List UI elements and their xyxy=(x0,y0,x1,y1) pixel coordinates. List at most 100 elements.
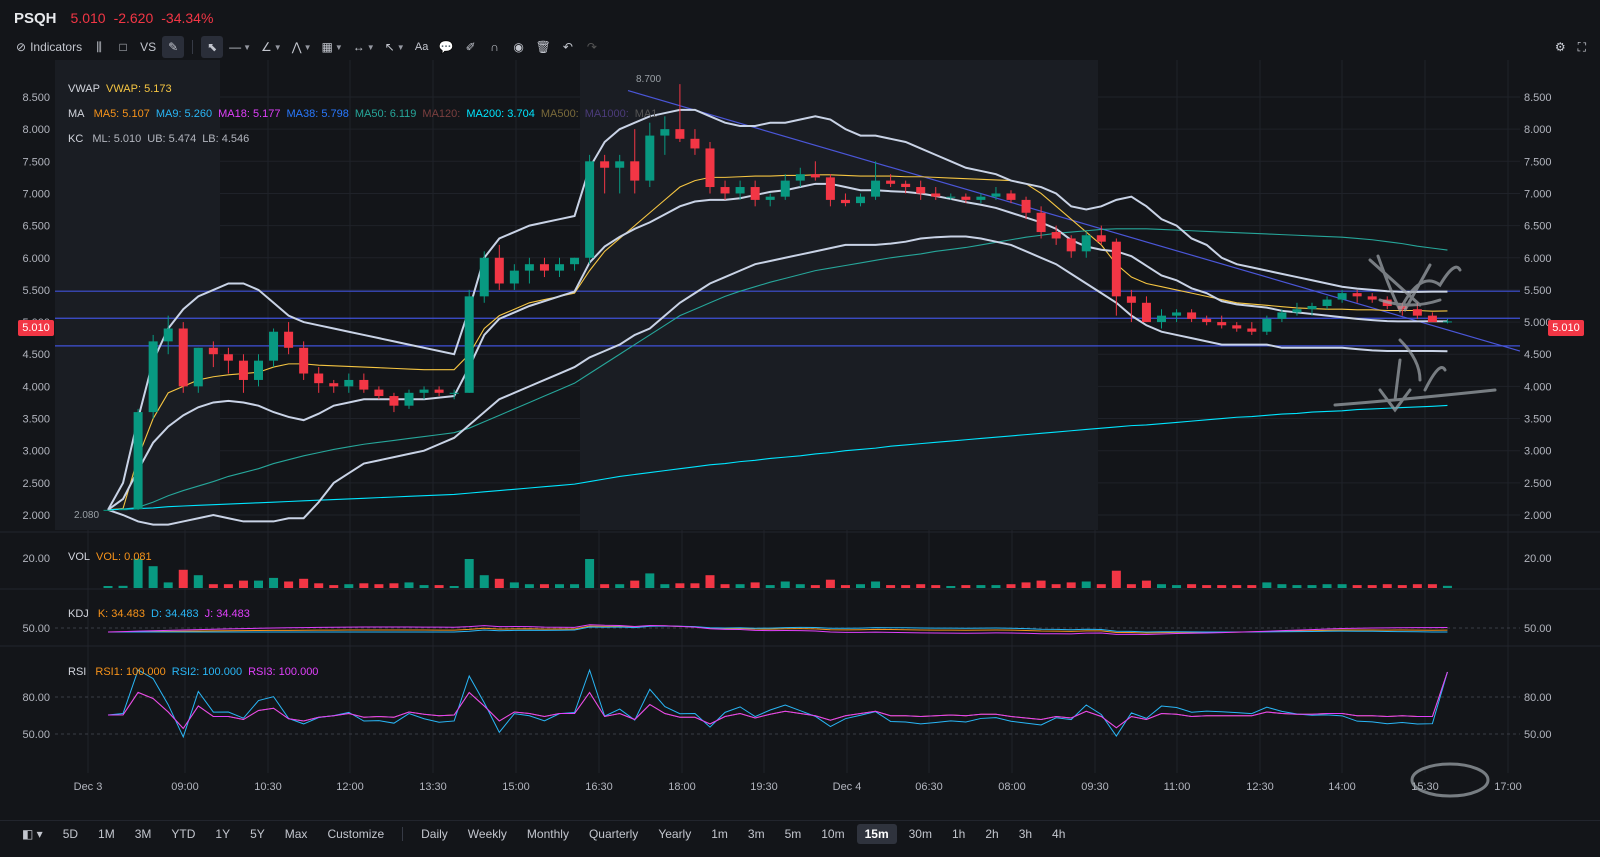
interval-quarterly[interactable]: Quarterly xyxy=(581,824,646,844)
candle-body xyxy=(780,180,790,197)
range-1y[interactable]: 1Y xyxy=(207,824,238,844)
interval-15m[interactable]: 15m xyxy=(856,823,897,844)
interval-3h[interactable]: 3h xyxy=(1011,824,1040,844)
interval-yearly[interactable]: Yearly xyxy=(650,824,699,844)
volume-bar xyxy=(464,559,474,588)
candle-body xyxy=(329,383,339,387)
draw-mode-button[interactable]: ✎ xyxy=(162,36,185,58)
range-5d[interactable]: 5D xyxy=(55,824,86,844)
legend-item: J: 34.483 xyxy=(204,608,250,620)
candle-body xyxy=(419,389,429,393)
volume-bar xyxy=(1021,582,1031,588)
compare-button[interactable]: VS xyxy=(136,36,160,58)
pattern-tool[interactable]: ⋀ ▼ xyxy=(288,36,316,58)
trend-tool[interactable]: ∠ ▼ xyxy=(257,36,286,58)
redo-button[interactable]: ↷ xyxy=(581,36,603,58)
interval-3m[interactable]: 3m xyxy=(740,824,773,844)
text-tool[interactable]: Aa xyxy=(411,36,433,58)
visibility-tool[interactable]: ◉ xyxy=(508,36,530,58)
volume-bar xyxy=(329,585,339,588)
rsi-tick: 80.00 xyxy=(22,692,50,704)
interval-daily[interactable]: Daily xyxy=(413,824,456,844)
fib-tool[interactable]: ▦ ▼ xyxy=(317,36,346,58)
candle-body xyxy=(660,129,670,136)
rsi-line xyxy=(107,671,1448,730)
toolbar-right: ⚙ ⛶ xyxy=(1555,36,1586,58)
interval-2h[interactable]: 2h xyxy=(977,824,1006,844)
interval-10m[interactable]: 10m xyxy=(813,824,852,844)
fullscreen-icon[interactable]: ⛶ xyxy=(1578,40,1586,55)
range-1m[interactable]: 1M xyxy=(90,824,123,844)
candle-body xyxy=(344,379,354,387)
chart-canvas[interactable]: 8.500 8.500 8.000 8.000 7.500 7.500 7.000 7.000… xyxy=(0,60,1600,820)
volume-bar xyxy=(1036,580,1046,588)
candle-body xyxy=(1081,235,1091,252)
interval-weekly[interactable]: Weekly xyxy=(460,824,515,844)
delete-tool[interactable]: 🗑 xyxy=(532,36,555,58)
candle-type-button[interactable]: ⫼ xyxy=(88,36,110,58)
brush-tool[interactable]: ✐ xyxy=(460,36,482,58)
kdj-line xyxy=(107,624,1448,636)
candle-body xyxy=(615,161,625,168)
candle-body xyxy=(1051,232,1061,239)
candle-body xyxy=(1126,296,1136,303)
last-price: 5.010 xyxy=(70,10,106,26)
kdj-tick: 50.00 xyxy=(1524,623,1552,635)
rsi-legend[interactable]: RSI RSI1: 100.000 RSI2: 100.000 RSI3: 100.… xyxy=(68,666,324,678)
volume-bar xyxy=(1187,584,1197,588)
indicators-button[interactable]: ⊘ Indicators xyxy=(12,36,86,58)
cursor-tool[interactable]: ⬉ xyxy=(201,36,224,58)
volume-bar xyxy=(585,559,595,588)
interval-5m[interactable]: 5m xyxy=(777,824,810,844)
range-max[interactable]: Max xyxy=(277,824,316,844)
candle-body xyxy=(1066,238,1076,252)
range-customize[interactable]: Customize xyxy=(319,824,392,844)
line-tool[interactable]: — ▼ xyxy=(225,36,255,58)
kdj-legend[interactable]: KDJ K: 34.483 D: 34.483 J: 34.483 xyxy=(68,608,256,620)
candle-body xyxy=(163,328,173,342)
symbol[interactable]: PSQH xyxy=(14,10,57,27)
arrow-tool[interactable]: ↖ ▼ xyxy=(381,36,409,58)
range-3m[interactable]: 3M xyxy=(127,824,160,844)
measure-tool[interactable]: ↔ ▼ xyxy=(349,36,379,58)
layout-toggle[interactable]: ◧ ▾ xyxy=(14,824,51,844)
panel-icon: ◧ ▾ xyxy=(22,826,43,841)
volume-bar xyxy=(1172,585,1182,588)
magnet-tool[interactable]: ∩ xyxy=(484,36,506,58)
undo-button[interactable]: ↶ xyxy=(557,36,579,58)
range-5y[interactable]: 5Y xyxy=(242,824,273,844)
volume-bar xyxy=(1006,584,1016,588)
chevron-down-icon: ▼ xyxy=(303,42,312,52)
candle-body xyxy=(750,187,760,200)
interval-4h[interactable]: 4h xyxy=(1044,824,1073,844)
interval-1m[interactable]: 1m xyxy=(703,824,736,844)
kc-legend[interactable]: KC ML: 5.010 UB: 5.474 LB: 4.546 xyxy=(68,133,255,145)
layout-button[interactable]: □ xyxy=(112,36,134,58)
candle-body xyxy=(931,193,941,197)
candle-body xyxy=(359,379,369,390)
volume-bar xyxy=(810,585,820,588)
volume-bar xyxy=(615,584,625,588)
vwap-legend[interactable]: VWAP VWAP: 5.173 xyxy=(68,83,178,95)
volume-bar xyxy=(223,584,233,588)
candle-body xyxy=(374,389,384,397)
range-ytd[interactable]: YTD xyxy=(163,824,203,844)
interval-1h[interactable]: 1h xyxy=(944,824,973,844)
comment-tool[interactable]: 💬 xyxy=(435,36,458,58)
candle-body xyxy=(1202,318,1212,323)
rsi-tick: 50.00 xyxy=(22,729,50,741)
candle-body xyxy=(570,257,580,265)
volume-bar xyxy=(1412,584,1422,588)
volume-bar xyxy=(539,584,549,588)
interval-buttons: Daily Weekly Monthly Quarterly Yearly 1m 3m 5m 1… xyxy=(413,823,1073,844)
legend-item: MA50: 6.119 xyxy=(354,108,417,120)
candle-body xyxy=(208,347,218,355)
undo-icon: ↶ xyxy=(562,40,573,54)
vol-legend[interactable]: VOL VOL: 0.081 xyxy=(68,551,158,563)
interval-monthly[interactable]: Monthly xyxy=(519,824,577,844)
session-shading xyxy=(55,60,1098,530)
interval-30m[interactable]: 30m xyxy=(901,824,940,844)
ma-legend[interactable]: MA MA5: 5.107 MA9: 5.260 MA18: 5.177 MA38: … xyxy=(68,108,663,120)
y-tick-left: 3.000 xyxy=(22,446,50,458)
settings-icon[interactable]: ⚙ xyxy=(1555,40,1566,54)
